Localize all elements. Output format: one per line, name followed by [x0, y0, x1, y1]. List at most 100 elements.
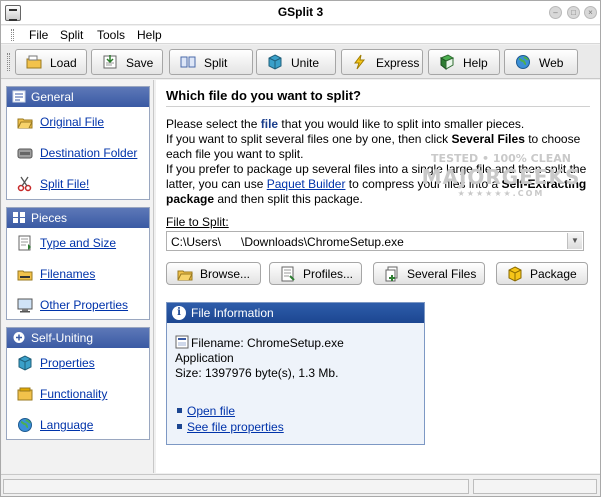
language-globe-icon	[18, 418, 32, 432]
group-general-title: General	[31, 90, 74, 104]
sidebar-item-functionality[interactable]: Functionality	[7, 379, 149, 410]
watermark-line3: ★★★★★★.COM	[457, 189, 545, 198]
see-file-properties-link[interactable]: See file properties	[187, 420, 284, 434]
package-button[interactable]: Package	[496, 262, 588, 285]
file-type-icon	[175, 335, 189, 349]
sidebar-item-label: Destination Folder	[40, 146, 138, 160]
p2-text: If you want to split several files one b…	[166, 132, 452, 146]
unite-button[interactable]: Unite	[256, 49, 336, 75]
left-nav-panel: General Original File Destination Folder…	[2, 80, 154, 473]
file-information-title: File Information	[191, 306, 274, 320]
sidebar-item-destination-folder[interactable]: Destination Folder	[7, 138, 149, 169]
page-title: Which file do you want to split?	[166, 88, 361, 103]
p1-text: Please select the	[166, 117, 261, 131]
toolbar-grip	[7, 53, 10, 71]
browse-button[interactable]: Browse...	[166, 262, 261, 285]
split-button[interactable]: Split	[169, 49, 253, 75]
sidebar-item-type-and-size[interactable]: Type and Size	[7, 228, 149, 259]
file-to-split-value: C:\Users\ \Downloads\ChromeSetup.exe	[171, 235, 404, 249]
browse-label: Browse...	[200, 267, 251, 281]
help-book-icon	[439, 54, 455, 70]
menu-grip	[11, 29, 14, 41]
help-button[interactable]: Help	[428, 49, 500, 75]
self-uniting-icon	[13, 332, 25, 343]
several-files-button[interactable]: Several Files	[373, 262, 485, 285]
group-self-uniting-header[interactable]: Self-Uniting	[7, 328, 149, 348]
group-pieces-title: Pieces	[31, 211, 68, 225]
watermark-line2: MAJORGEEKS	[421, 165, 581, 189]
load-button[interactable]: Load	[15, 49, 87, 75]
sidebar-item-filenames[interactable]: Filenames	[7, 259, 149, 290]
sidebar-item-label: Filenames	[40, 267, 96, 281]
help-label: Help	[463, 56, 488, 70]
menu-file[interactable]: File	[29, 28, 48, 42]
sidebar-item-label: Other Properties	[40, 298, 129, 312]
file-to-split-label: File to Split:	[166, 215, 229, 229]
properties-icon	[18, 355, 32, 371]
gsplit-window: GSplit 3 – □ × File Split Tools Help Loa…	[0, 0, 601, 497]
status-pane-main	[3, 479, 469, 494]
main-content: Which file do you want to split? Please …	[156, 80, 600, 473]
minimize-button[interactable]: –	[549, 6, 562, 19]
express-icon	[354, 54, 366, 70]
unite-icon	[268, 54, 282, 70]
destination-folder-icon	[17, 148, 33, 159]
group-self-uniting-title: Self-Uniting	[31, 331, 94, 345]
menu-tools[interactable]: Tools	[97, 28, 125, 42]
file-info-size: Size: 1397976 byte(s), 1.3 Mb.	[175, 366, 339, 380]
sidebar-item-split-file[interactable]: Split File!	[7, 169, 149, 200]
open-file-link[interactable]: Open file	[187, 404, 235, 418]
original-file-icon	[17, 118, 33, 129]
watermark: TESTED • 100% CLEAN MAJORGEEKS ★★★★★★.CO…	[416, 152, 586, 198]
globe-icon	[516, 55, 530, 69]
menu-split[interactable]: Split	[60, 28, 83, 42]
general-icon	[12, 90, 26, 103]
group-pieces: Pieces Type and Size Filenames Other Pro…	[6, 207, 150, 320]
toolbar: Load Save Split Unite Express Help Web	[1, 45, 600, 79]
watermark-line1: TESTED • 100% CLEAN	[431, 152, 571, 165]
express-label: Express	[376, 56, 420, 70]
sidebar-item-label: Functionality	[40, 387, 108, 401]
paquet-builder-link[interactable]: Paquet Builder	[267, 177, 346, 191]
profiles-icon	[281, 266, 295, 282]
sidebar-item-other-properties[interactable]: Other Properties	[7, 290, 149, 321]
sidebar-item-properties[interactable]: Properties	[7, 348, 149, 379]
browse-folder-icon	[177, 270, 193, 281]
p3-text-end: and then split this package.	[214, 192, 363, 206]
several-files-label: Several Files	[407, 267, 477, 281]
sidebar-item-original-file[interactable]: Original File	[7, 107, 149, 138]
group-pieces-header[interactable]: Pieces	[7, 208, 149, 228]
profiles-button[interactable]: Profiles...	[269, 262, 362, 285]
file-info-type: Application	[175, 351, 234, 365]
package-icon	[508, 266, 522, 282]
p1-bold: file	[260, 117, 279, 131]
bullet-icon	[177, 408, 182, 413]
save-button[interactable]: Save	[91, 49, 163, 75]
sidebar-item-label: Type and Size	[40, 236, 117, 250]
filenames-icon	[17, 270, 33, 281]
group-general-header[interactable]: General	[7, 87, 149, 107]
chevron-down-icon[interactable]: ▼	[567, 233, 582, 249]
window-title: GSplit 3	[277, 5, 324, 19]
file-to-split-combobox[interactable]: C:\Users\ \Downloads\ChromeSetup.exe ▼	[166, 231, 584, 251]
group-self-uniting: Self-Uniting Properties Functionality La…	[6, 327, 150, 440]
web-label: Web	[539, 56, 564, 70]
several-files-icon	[385, 266, 398, 282]
web-button[interactable]: Web	[504, 49, 578, 75]
maximize-button[interactable]: □	[567, 6, 580, 19]
info-icon: i	[172, 306, 186, 320]
split-label: Split	[204, 56, 228, 70]
status-bar	[1, 474, 600, 496]
close-button[interactable]: ×	[584, 6, 597, 19]
p1-text-end: that you would like to split into smalle…	[278, 117, 525, 131]
package-label: Package	[530, 267, 577, 281]
express-button[interactable]: Express	[341, 49, 423, 75]
menu-help[interactable]: Help	[137, 28, 162, 42]
group-general: General Original File Destination Folder…	[6, 86, 150, 200]
sidebar-item-language[interactable]: Language	[7, 410, 149, 441]
bullet-icon	[177, 424, 182, 429]
file-information-box: i File Information Filename: ChromeSetup…	[166, 302, 425, 445]
menu-bar: File Split Tools Help	[1, 26, 600, 44]
save-icon	[103, 55, 117, 69]
sidebar-item-label: Original File	[40, 115, 105, 129]
